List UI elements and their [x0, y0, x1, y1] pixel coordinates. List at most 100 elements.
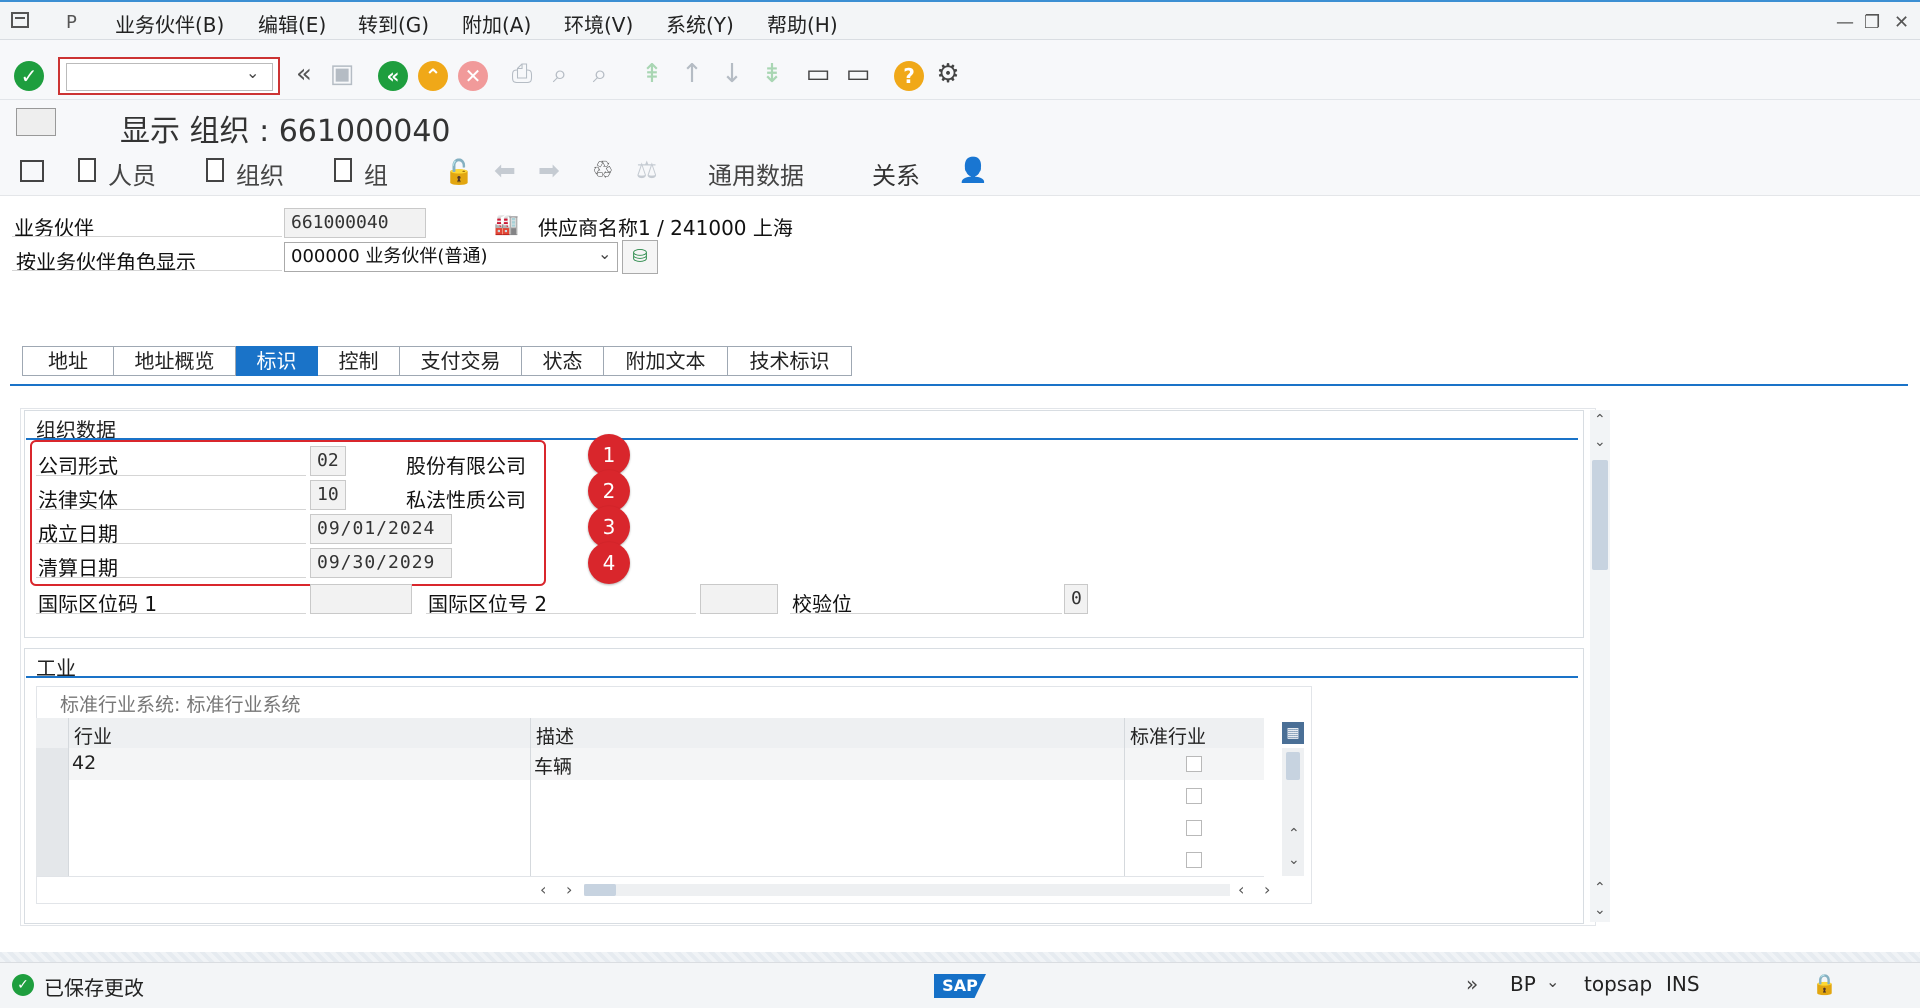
restore-icon[interactable]: ❐ [1864, 12, 1880, 33]
main-scroll-thumb[interactable] [1592, 460, 1608, 570]
tab-address[interactable]: 地址 [22, 346, 114, 376]
table-row[interactable] [36, 780, 1264, 813]
divider [12, 270, 282, 271]
input-mode[interactable]: INS [1666, 972, 1700, 996]
row-selector[interactable] [36, 748, 68, 780]
transaction-code[interactable]: BP [1510, 972, 1536, 996]
find-next-icon[interactable]: ⌕ [584, 58, 616, 90]
menu-edit[interactable]: 编辑(E) [258, 9, 326, 38]
double-chevron-right-icon[interactable]: » [1466, 972, 1478, 996]
check-digit-field[interactable]: 0 [1064, 584, 1088, 614]
row-selector[interactable] [36, 812, 68, 844]
chevron-down-icon[interactable]: ⌄ [598, 244, 611, 263]
chevron-right-icon[interactable]: › [566, 880, 572, 899]
chevron-down-icon[interactable]: ⌄ [1594, 902, 1606, 918]
command-field[interactable]: ⌄ [58, 57, 280, 95]
chevron-left-icon[interactable]: ‹ [540, 880, 546, 899]
find-icon[interactable]: ⌕ [544, 58, 576, 90]
menu-help[interactable]: 帮助(H) [767, 9, 838, 38]
standard-industry-checkbox[interactable] [1186, 820, 1202, 836]
person-button[interactable]: 人员 [108, 156, 156, 191]
standard-industry-checkbox[interactable] [1186, 788, 1202, 804]
cancel-icon[interactable]: ✕ [458, 61, 488, 91]
intl-loc1-field[interactable] [310, 584, 412, 614]
table-row[interactable] [36, 812, 1264, 845]
back-icon[interactable]: « [378, 61, 408, 91]
table-hscroll-thumb[interactable] [584, 884, 616, 896]
table-scroll-thumb[interactable] [1286, 752, 1300, 780]
tab-identification[interactable]: 标识 [236, 346, 318, 376]
chevron-up-icon[interactable]: ⌃ [1594, 412, 1606, 428]
menu-goto[interactable]: 转到(G) [358, 9, 429, 38]
divider [790, 613, 1062, 614]
new-session-icon[interactable]: ▭ [802, 58, 834, 90]
sap-menu-icon[interactable]: P [64, 10, 86, 33]
exit-icon[interactable]: ⌃ [418, 61, 448, 91]
tab-payment[interactable]: 支付交易 [400, 346, 522, 376]
menu-environment[interactable]: 环境(V) [564, 9, 633, 38]
tab-address-overview[interactable]: 地址概览 [114, 346, 236, 376]
arrow-right-icon[interactable]: ➡ [538, 156, 560, 186]
standard-industry-checkbox[interactable] [1186, 756, 1202, 772]
double-chevron-left-icon[interactable]: « [288, 58, 320, 90]
tab-technical-id[interactable]: 技术标识 [728, 346, 852, 376]
row-selector[interactable] [36, 780, 68, 812]
table-row[interactable] [36, 844, 1264, 877]
column-header-standard[interactable]: 标准行业 [1130, 722, 1206, 749]
relationship-user-icon[interactable]: 👤 [958, 156, 988, 184]
save-icon[interactable]: ▣ [326, 58, 358, 90]
menu-system[interactable]: 系统(Y) [666, 9, 734, 38]
tab-additional-text[interactable]: 附加文本 [604, 346, 728, 376]
arrow-left-icon[interactable]: ⬅ [494, 156, 516, 186]
next-page-icon[interactable]: ↓ [716, 58, 748, 90]
menu-toggle-icon[interactable] [16, 108, 56, 136]
close-icon[interactable]: ✕ [1894, 12, 1909, 33]
enter-check-icon[interactable]: ✓ [14, 61, 44, 91]
unlock-icon[interactable]: 🔓 [444, 158, 474, 186]
shortcut-icon[interactable]: ▭ [842, 58, 874, 90]
bp-number-field[interactable]: 661000040 [284, 208, 426, 238]
help-icon[interactable]: ? [894, 61, 924, 91]
table-row[interactable]: 42 车辆 [36, 748, 1264, 781]
gear-icon[interactable]: ⚙ [932, 58, 964, 90]
tab-control[interactable]: 控制 [318, 346, 400, 376]
table-horizontal-scrollbar[interactable] [584, 884, 1230, 896]
bp-description: 供应商名称1 / 241000 上海 [538, 216, 793, 240]
tab-status[interactable]: 状态 [522, 346, 604, 376]
table-settings-icon[interactable]: ▦ [1282, 722, 1304, 744]
locator-icon[interactable] [20, 160, 44, 182]
print-icon[interactable]: ⎙ [506, 58, 538, 90]
menu-extras[interactable]: 附加(A) [462, 9, 531, 38]
column-divider [68, 718, 69, 876]
chevron-down-icon[interactable]: ⌄ [1546, 972, 1559, 991]
group-button[interactable]: 组 [364, 156, 388, 191]
display-change-icon[interactable]: ♲ [592, 156, 614, 184]
svg-text:P: P [66, 12, 77, 32]
status-message[interactable]: 已保存更改 [44, 972, 144, 1001]
standard-industry-checkbox[interactable] [1186, 852, 1202, 868]
menu-icon[interactable] [10, 10, 32, 32]
where-used-icon[interactable]: ⚖ [636, 156, 658, 184]
chevron-up-icon[interactable]: ⌃ [1288, 826, 1300, 842]
general-data-button[interactable]: 通用数据 [708, 156, 804, 191]
organization-button[interactable]: 组织 [236, 156, 284, 191]
chevron-down-icon[interactable]: ⌄ [246, 63, 259, 82]
role-dropdown[interactable]: 000000 业务伙伴(普通) [284, 242, 618, 272]
relations-button[interactable]: 关系 [872, 156, 920, 191]
previous-page-icon[interactable]: ↑ [676, 58, 708, 90]
intl-loc2-field[interactable] [700, 584, 778, 614]
row-selector[interactable] [36, 844, 68, 876]
role-switch-icon[interactable]: ⛁ [622, 240, 658, 274]
first-page-icon[interactable]: ⇞ [636, 58, 668, 90]
minimize-icon[interactable]: — [1836, 12, 1854, 33]
column-header-industry[interactable]: 行业 [74, 722, 112, 749]
chevron-down-icon[interactable]: ⌄ [1594, 434, 1606, 450]
last-page-icon[interactable]: ⇟ [756, 58, 788, 90]
column-header-description[interactable]: 描述 [536, 722, 574, 749]
chevron-left-icon[interactable]: ‹ [1238, 880, 1244, 899]
chevron-down-icon[interactable]: ⌄ [1288, 852, 1300, 868]
chevron-up-icon[interactable]: ⌃ [1594, 880, 1606, 896]
menu-business-partner[interactable]: 业务伙伴(B) [115, 9, 224, 38]
chevron-right-icon[interactable]: › [1264, 880, 1270, 899]
command-input[interactable] [66, 63, 273, 91]
